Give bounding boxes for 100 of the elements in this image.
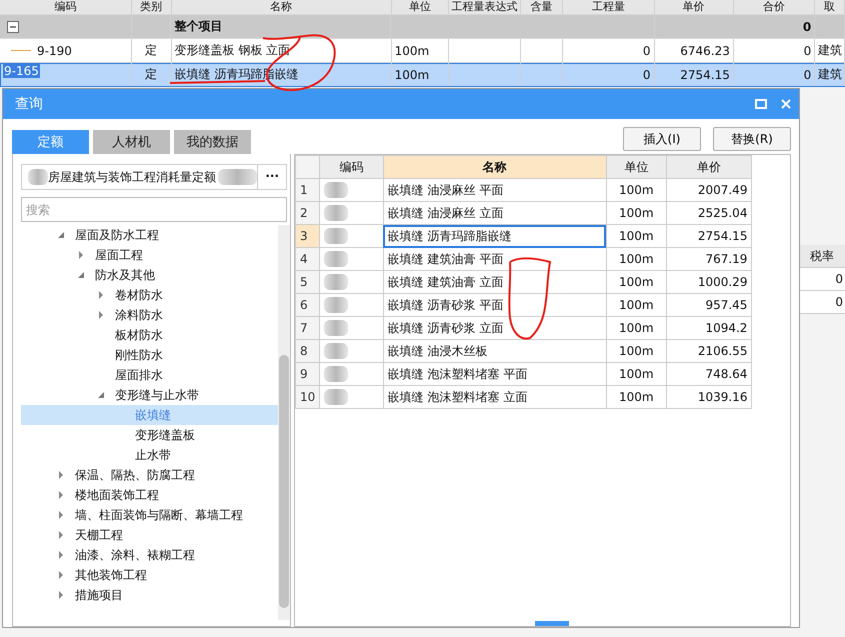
table-cell: 100m [606, 294, 666, 316]
table-cell[interactable]: 嵌填缝 油浸麻丝 立面 [383, 202, 606, 224]
more-button[interactable]: ··· [257, 165, 286, 189]
collapsed-arrow-icon[interactable] [77, 251, 85, 259]
group-label: 整个项目 [171, 15, 391, 38]
table-cell: 9-190 [37, 44, 72, 58]
collapsed-arrow-icon[interactable] [97, 291, 105, 299]
group-total: 0 [654, 15, 816, 38]
column-header: 工程量 [563, 0, 655, 14]
tree-item[interactable]: 屋面及防水工程 [21, 225, 278, 245]
tab[interactable]: 我的数据 [174, 130, 251, 154]
table-cell: 2106.55 [666, 340, 752, 362]
tree-item[interactable]: 楼地面装饰工程 [21, 485, 278, 505]
table-cell: 9-165 [3, 64, 40, 78]
column-header[interactable]: 名称 [383, 156, 606, 178]
tree-item[interactable]: 刚性防水 [21, 345, 278, 365]
library-dropdown[interactable]: 房屋建筑与装饰工程消耗量定额 ··· [21, 164, 287, 190]
tree-item[interactable]: 防水及其他 [21, 265, 278, 285]
tree-item[interactable]: 卷材防水 [21, 285, 278, 305]
tree-item[interactable]: 止水带 [21, 445, 278, 465]
table-cell[interactable]: 嵌填缝 泡沫塑料堵塞 立面 [383, 386, 606, 408]
column-header: 工程量表达式 [449, 0, 521, 14]
table-cell: 1000.29 [666, 270, 752, 294]
table-cell: 1094.2 [666, 316, 752, 340]
tree-item[interactable]: 变形缝盖板 [21, 425, 278, 445]
splitter-handle[interactable] [535, 621, 569, 626]
table-cell[interactable]: 嵌填缝 泡沫塑料堵塞 平面 [383, 362, 606, 386]
column-header: 税率 [800, 245, 845, 268]
table-cell: 0 [734, 63, 816, 86]
column-header[interactable]: 单位 [606, 156, 666, 178]
close-icon[interactable] [781, 99, 791, 109]
column-header[interactable]: 单价 [666, 156, 752, 178]
collapsed-arrow-icon[interactable] [57, 471, 65, 479]
table-cell[interactable]: 嵌填缝 建筑油膏 平面 [383, 248, 606, 270]
row-number: 7 [296, 316, 320, 340]
collapsed-arrow-icon[interactable] [57, 551, 65, 559]
expanded-arrow-icon[interactable] [57, 231, 65, 239]
blurred-area [324, 366, 348, 382]
table-cell: 767.19 [666, 248, 752, 270]
collapse-icon[interactable] [7, 20, 19, 32]
tree-item[interactable]: 天棚工程 [21, 525, 278, 545]
table-cell[interactable]: 嵌填缝 建筑油膏 立面 [383, 270, 606, 294]
tree-item[interactable]: 其他装饰工程 [21, 565, 278, 585]
tree-item[interactable]: 措施项目 [21, 585, 278, 605]
table-cell: 2007.49 [666, 178, 752, 202]
table-cell: 2754.15 [666, 224, 752, 248]
table-cell[interactable]: 嵌填缝 沥青砂浆 立面 [383, 316, 606, 340]
table-cell[interactable]: 嵌填缝 油浸麻丝 平面 [383, 178, 606, 202]
table-cell: 0 [563, 63, 655, 86]
row-number: 10 [296, 386, 320, 408]
table-cell[interactable]: 嵌填缝 沥青砂浆 平面 [383, 294, 606, 316]
row-number: 4 [296, 248, 320, 270]
action-button[interactable]: 替换(R) [713, 127, 791, 151]
column-header[interactable]: 编码 [320, 156, 384, 178]
tree-item[interactable]: 油漆、涂料、裱糊工程 [21, 545, 278, 565]
tree-item[interactable]: 屋面工程 [21, 245, 278, 265]
collapsed-arrow-icon[interactable] [57, 531, 65, 539]
table-cell: 建筑 [815, 63, 845, 86]
tree-item[interactable]: 板材防水 [21, 325, 278, 345]
table-cell: 定 [132, 39, 172, 62]
table-cell: 100m [606, 270, 666, 294]
table-cell[interactable]: 嵌填缝 沥青玛蹄脂嵌缝 [383, 224, 606, 248]
scrollbar[interactable] [278, 225, 290, 620]
blurred-area [218, 169, 258, 185]
table-cell: 100m [606, 316, 666, 340]
collapsed-arrow-icon[interactable] [57, 571, 65, 579]
table-cell: 100m [606, 178, 666, 202]
collapsed-arrow-icon[interactable] [57, 591, 65, 599]
row-number: 6 [296, 294, 320, 316]
table-cell: 1039.16 [666, 386, 752, 408]
table-cell: 2525.04 [666, 202, 752, 224]
collapsed-arrow-icon[interactable] [57, 511, 65, 519]
search-field[interactable]: 搜索 [21, 197, 287, 222]
dialog-title: 查询 [15, 95, 44, 113]
expanded-arrow-icon[interactable] [77, 271, 85, 279]
table-cell: 748.64 [666, 362, 752, 386]
tree-item[interactable]: 墙、柱面装饰与隔断、幕墙工程 [21, 505, 278, 525]
table-cell[interactable]: 嵌填缝 油浸木丝板 [383, 340, 606, 362]
column-header: 单价 [654, 0, 734, 14]
tree-item[interactable]: 涂料防水 [21, 305, 278, 325]
library-name: 房屋建筑与装饰工程消耗量定额 [48, 168, 216, 186]
maximize-icon[interactable] [755, 99, 767, 109]
tree-item[interactable]: 屋面排水 [21, 365, 278, 385]
row-number: 5 [296, 270, 320, 294]
row-number: 8 [296, 340, 320, 362]
table-cell: 100m [392, 39, 450, 62]
blurred-area [324, 274, 348, 290]
row-number: 1 [296, 178, 320, 202]
tab[interactable]: 人材机 [93, 130, 170, 154]
expanded-arrow-icon[interactable] [97, 391, 105, 399]
table-cell: 6746.23 [654, 39, 734, 62]
collapsed-arrow-icon[interactable] [57, 491, 65, 499]
blurred-area [324, 205, 348, 221]
action-button[interactable]: 插入(I) [623, 127, 701, 151]
tree-item[interactable]: 变形缝与止水带 [21, 385, 278, 405]
tree-item[interactable]: 保温、隔热、防腐工程 [21, 465, 278, 485]
column-header: 取 [815, 0, 845, 14]
collapsed-arrow-icon[interactable] [97, 311, 105, 319]
table-cell: 2754.15 [654, 63, 734, 86]
blurred-area [324, 297, 348, 313]
